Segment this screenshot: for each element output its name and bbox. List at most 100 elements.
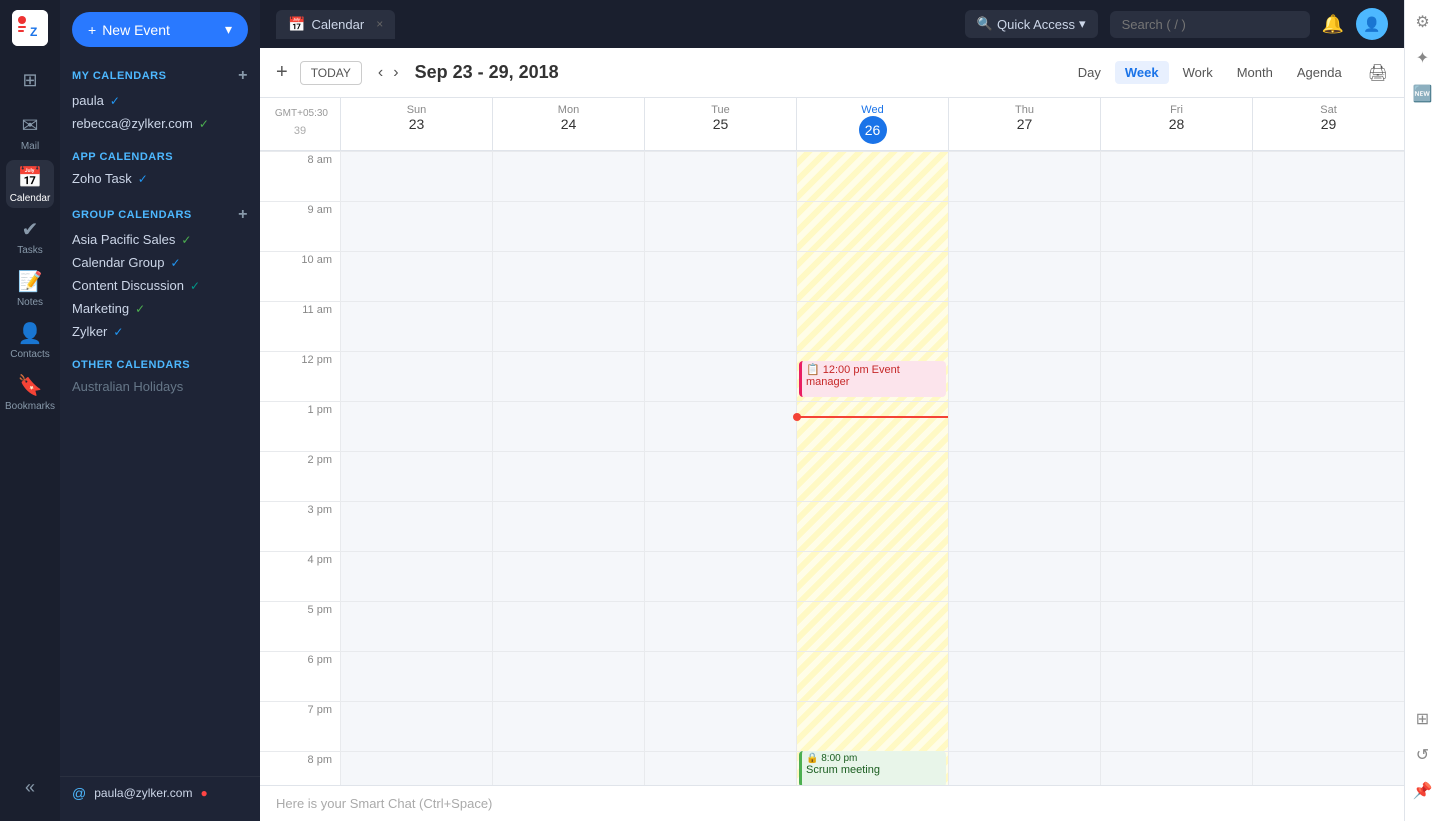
today-button[interactable]: TODAY	[300, 61, 362, 85]
day-cell[interactable]	[797, 551, 948, 601]
view-month-button[interactable]: Month	[1227, 61, 1283, 84]
add-widget-icon[interactable]: ⊞	[1409, 705, 1437, 733]
day-cell[interactable]	[645, 651, 796, 701]
day-cell[interactable]	[341, 401, 492, 451]
sidebar-item-rebecca[interactable]: rebecca@zylker.com ✓	[60, 112, 260, 135]
day-cell[interactable]	[493, 201, 644, 251]
user-avatar[interactable]: 👤	[1356, 8, 1388, 40]
view-day-button[interactable]: Day	[1068, 61, 1111, 84]
day-cell[interactable]	[1253, 601, 1404, 651]
sidebar-item-contacts[interactable]: 👤 Contacts	[6, 316, 54, 364]
app-logo[interactable]: Z	[6, 8, 54, 48]
settings-icon[interactable]: ⚙	[1409, 8, 1437, 36]
view-work-button[interactable]: Work	[1173, 61, 1223, 84]
prev-week-button[interactable]: ‹	[374, 62, 387, 84]
day-cell[interactable]	[493, 451, 644, 501]
day-cell[interactable]	[493, 301, 644, 351]
day-cell[interactable]	[341, 551, 492, 601]
day-cell[interactable]	[341, 651, 492, 701]
sidebar-item-zylker[interactable]: Zylker ✓	[60, 320, 260, 343]
sidebar-item-apps[interactable]: ⊞	[6, 56, 54, 104]
day-cell[interactable]	[645, 451, 796, 501]
day-cell[interactable]	[1253, 251, 1404, 301]
day-cell[interactable]	[949, 151, 1100, 201]
day-cell[interactable]	[645, 601, 796, 651]
sidebar-item-content-discussion[interactable]: Content Discussion ✓	[60, 274, 260, 297]
day-cell[interactable]	[797, 501, 948, 551]
day-cell[interactable]	[645, 401, 796, 451]
new-feature-icon[interactable]: 🆕	[1409, 80, 1437, 108]
day-cell[interactable]	[1253, 301, 1404, 351]
day-cell[interactable]	[797, 151, 948, 201]
day-cell[interactable]	[1253, 651, 1404, 701]
day-cell[interactable]	[341, 701, 492, 751]
sidebar-item-zoho-task[interactable]: Zoho Task ✓	[60, 167, 260, 190]
sidebar-item-bookmarks[interactable]: 🔖 Bookmarks	[6, 368, 54, 416]
day-col-wed[interactable]: 📋 12:00 pm Event manager 🔒 8:00 pm Scrum…	[796, 151, 948, 785]
day-cell[interactable]	[1101, 351, 1252, 401]
day-cell[interactable]	[1101, 151, 1252, 201]
day-cell[interactable]	[1101, 201, 1252, 251]
day-cell[interactable]	[341, 451, 492, 501]
next-week-button[interactable]: ›	[389, 62, 402, 84]
day-cell[interactable]	[797, 201, 948, 251]
day-cell[interactable]	[341, 501, 492, 551]
day-cell[interactable]	[949, 251, 1100, 301]
day-cell[interactable]	[1253, 701, 1404, 751]
day-cell[interactable]	[645, 151, 796, 201]
quick-access-button[interactable]: 🔍 Quick Access ▾	[965, 10, 1098, 38]
sidebar-item-mail[interactable]: ✉ Mail	[6, 108, 54, 156]
day-col-thu[interactable]	[948, 151, 1100, 785]
day-cell[interactable]	[493, 551, 644, 601]
view-week-button[interactable]: Week	[1115, 61, 1169, 84]
day-cell[interactable]	[797, 451, 948, 501]
day-cell[interactable]	[493, 501, 644, 551]
day-cell[interactable]	[797, 601, 948, 651]
day-cell[interactable]	[1101, 701, 1252, 751]
event-manager[interactable]: 📋 12:00 pm Event manager	[799, 361, 946, 397]
day-cell[interactable]	[949, 301, 1100, 351]
day-cell[interactable]	[341, 151, 492, 201]
day-cell[interactable]	[645, 701, 796, 751]
day-cell[interactable]	[797, 401, 948, 451]
sidebar-item-calendar-group[interactable]: Calendar Group ✓	[60, 251, 260, 274]
day-cell[interactable]	[645, 351, 796, 401]
day-cell[interactable]	[1101, 401, 1252, 451]
day-cell[interactable]	[341, 751, 492, 785]
new-event-button[interactable]: + New Event ▾	[72, 12, 248, 47]
day-cell[interactable]	[645, 751, 796, 785]
day-cell[interactable]	[493, 651, 644, 701]
day-cell[interactable]	[797, 251, 948, 301]
day-cell[interactable]	[1101, 251, 1252, 301]
day-cell[interactable]	[645, 201, 796, 251]
day-cell[interactable]	[645, 501, 796, 551]
sidebar-item-asia-pacific[interactable]: Asia Pacific Sales ✓	[60, 228, 260, 251]
scrum-meeting-event[interactable]: 🔒 8:00 pm Scrum meeting	[799, 751, 946, 785]
sidebar-item-marketing[interactable]: Marketing ✓	[60, 297, 260, 320]
add-my-calendar-button[interactable]: +	[238, 67, 248, 85]
day-cell[interactable]	[797, 651, 948, 701]
day-cell[interactable]	[341, 201, 492, 251]
day-col-tue[interactable]	[644, 151, 796, 785]
day-cell[interactable]	[949, 751, 1100, 785]
day-cell[interactable]	[493, 601, 644, 651]
calendar-tab[interactable]: 📅 Calendar ×	[276, 10, 395, 39]
day-cell[interactable]	[1101, 301, 1252, 351]
day-cell[interactable]	[341, 351, 492, 401]
day-cell[interactable]	[341, 251, 492, 301]
sidebar-item-tasks[interactable]: ✔ Tasks	[6, 212, 54, 260]
day-cell[interactable]	[949, 551, 1100, 601]
day-cell[interactable]	[1101, 501, 1252, 551]
star-icon[interactable]: ✦	[1409, 44, 1437, 72]
day-cell[interactable]	[949, 401, 1100, 451]
day-cell[interactable]	[645, 301, 796, 351]
day-cell[interactable]	[797, 701, 948, 751]
view-agenda-button[interactable]: Agenda	[1287, 61, 1352, 84]
day-cell[interactable]	[1253, 501, 1404, 551]
day-cell[interactable]	[493, 251, 644, 301]
collapse-button[interactable]: «	[6, 769, 54, 805]
day-cell[interactable]	[493, 751, 644, 785]
day-cell[interactable]	[1101, 651, 1252, 701]
sidebar-item-notes[interactable]: 📝 Notes	[6, 264, 54, 312]
day-cell[interactable]	[341, 301, 492, 351]
